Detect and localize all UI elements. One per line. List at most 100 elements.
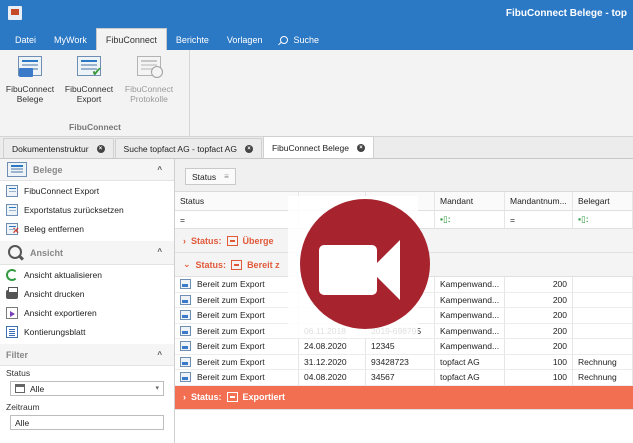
- action-exportstatus-zuruecksetzen[interactable]: Exportstatus zurücksetzen: [0, 200, 174, 219]
- menu-mywork[interactable]: MyWork: [45, 30, 96, 50]
- tab-fibuconnect-belege[interactable]: FibuConnect Belege ×: [262, 136, 374, 158]
- ribbon-btn-label-1: FibuConnect: [124, 84, 174, 94]
- sort-icon[interactable]: ≡: [224, 172, 229, 181]
- cell-text: 04.08.2020: [304, 372, 347, 383]
- cell-mandant: Kampenwand...: [435, 277, 505, 292]
- document-clock-icon: [135, 56, 163, 80]
- section-filter[interactable]: Filter ^: [0, 344, 174, 366]
- filter-cell-mandant[interactable]: ▪▯:: [435, 211, 505, 228]
- group-row-value: Überge: [242, 235, 274, 246]
- video-camera-lens-icon: [370, 240, 400, 300]
- section-title: Ansicht: [30, 247, 64, 258]
- group-row-exportiert[interactable]: › Status: Exportiert: [175, 385, 633, 410]
- close-icon[interactable]: ×: [244, 144, 253, 153]
- cell-mandant: topfact AG: [435, 354, 505, 369]
- table-row[interactable]: Bereit zum Export 31.12.2020 93428723 topfa…: [175, 354, 633, 370]
- cell-text: Rechnung: [578, 356, 617, 367]
- filter-cell-status[interactable]: =: [175, 211, 299, 228]
- cell-mandant: Kampenwand...: [435, 323, 505, 338]
- cell-text: Kampenwand...: [440, 341, 500, 352]
- chevron-up-icon[interactable]: ^: [157, 247, 162, 256]
- filter-status-label: Status: [6, 368, 31, 378]
- cell-text: Kampenwand...: [440, 310, 500, 321]
- cell-status: Bereit zum Export: [175, 354, 299, 369]
- cell-status: Bereit zum Export: [175, 323, 299, 338]
- document-icon: [226, 235, 238, 246]
- group-row-label: Status:: [191, 235, 222, 246]
- document-export-icon: [180, 372, 191, 383]
- close-icon[interactable]: ×: [96, 144, 105, 153]
- printer-icon: [6, 287, 18, 299]
- chevron-right-icon[interactable]: ›: [183, 236, 186, 246]
- ribbon-btn-label-1: FibuConnect: [5, 84, 55, 94]
- cell-text: 200: [552, 294, 567, 305]
- fibuconnect-protokolle-button[interactable]: FibuConnect Protokolle: [122, 56, 176, 104]
- col-header-status[interactable]: Status: [175, 192, 299, 210]
- menu-vorlagen[interactable]: Vorlagen: [218, 30, 272, 50]
- action-fibuconnect-export[interactable]: FibuConnect Export: [0, 181, 174, 200]
- action-ansicht-aktualisieren[interactable]: Ansicht aktualisieren: [0, 265, 174, 284]
- menu-fibuconnect[interactable]: FibuConnect: [95, 28, 167, 50]
- fibuconnect-export-button[interactable]: ✔ FibuConnect Export: [62, 56, 116, 104]
- menu-berichte[interactable]: Berichte: [167, 30, 218, 50]
- col-header-belegart[interactable]: Belegart: [573, 192, 633, 210]
- col-header-mandantnummer[interactable]: Mandantnum...: [505, 192, 573, 210]
- section-ansicht[interactable]: Ansicht ^: [0, 241, 174, 265]
- tab-dokumentenstruktur[interactable]: Dokumentenstruktur ×: [3, 138, 114, 158]
- zeitraum-select[interactable]: Alle: [10, 415, 164, 430]
- cell-text: Bereit zum Export: [197, 341, 265, 352]
- document-export-icon: [180, 341, 191, 352]
- cell-mnum: 200: [505, 277, 573, 292]
- menu-suche[interactable]: Suche: [271, 30, 328, 50]
- chevron-down-icon[interactable]: ⌄: [183, 259, 191, 270]
- cell-belegart: [573, 323, 633, 338]
- cell-text: 200: [552, 341, 567, 352]
- tab-label: Dokumentenstruktur: [12, 143, 89, 154]
- status-select[interactable]: Alle ▾: [10, 381, 164, 396]
- cell-text: 100: [552, 372, 567, 383]
- tab-suche-topfact[interactable]: Suche topfact AG - topfact AG ×: [114, 138, 262, 158]
- filter-cell-mandantnummer[interactable]: =: [505, 211, 573, 228]
- fibuconnect-belege-button[interactable]: FibuConnect Belege: [3, 56, 57, 104]
- chevron-up-icon[interactable]: ^: [157, 165, 162, 174]
- action-beleg-entfernen[interactable]: Beleg entfernen: [0, 219, 174, 238]
- cell-text: Rechnung: [578, 372, 617, 383]
- search-icon: [280, 36, 289, 44]
- cell-nr: 93428723: [366, 354, 435, 369]
- left-panel: Belege ^ FibuConnect Export Exportstatus…: [0, 159, 175, 443]
- close-icon[interactable]: ×: [356, 143, 365, 152]
- cell-nr: 34567: [366, 370, 435, 385]
- section-belege[interactable]: Belege ^: [0, 159, 174, 181]
- cell-text: Kampenwand...: [440, 279, 500, 290]
- export-arrow-icon: [6, 306, 18, 319]
- menu-datei[interactable]: Datei: [6, 30, 45, 50]
- chevron-up-icon[interactable]: ^: [157, 350, 162, 359]
- section-title: Belege: [33, 164, 63, 175]
- tab-label: Suche topfact AG - topfact AG: [123, 143, 237, 154]
- action-label: Kontierungsblatt: [24, 326, 86, 337]
- table-row[interactable]: Bereit zum Export 04.08.2020 34567 topfact …: [175, 370, 633, 386]
- cell-text: 200: [552, 279, 567, 290]
- table-row[interactable]: Bereit zum Export 24.08.2020 12345 Kampenwa…: [175, 339, 633, 355]
- action-ansicht-exportieren[interactable]: Ansicht exportieren: [0, 303, 174, 322]
- action-ansicht-drucken[interactable]: Ansicht drucken: [0, 284, 174, 303]
- app-icon[interactable]: [8, 6, 22, 20]
- cell-mnum: 200: [505, 308, 573, 323]
- cell-mandant: Kampenwand...: [435, 308, 505, 323]
- menu-suche-label: Suche: [293, 35, 319, 45]
- cell-status: Bereit zum Export: [175, 292, 299, 307]
- group-chip-status[interactable]: Status ≡: [185, 168, 236, 185]
- document-export-icon: [180, 310, 191, 321]
- cell-text: 93428723: [371, 356, 409, 367]
- cell-status: Bereit zum Export: [175, 370, 299, 385]
- group-row-label: Status:: [195, 259, 227, 270]
- chevron-right-icon[interactable]: ›: [183, 392, 186, 402]
- filter-cell-belegart[interactable]: ▪▯:: [573, 211, 633, 228]
- col-header-mandant[interactable]: Mandant: [435, 192, 505, 210]
- action-kontierungsblatt[interactable]: Kontierungsblatt: [0, 322, 174, 341]
- video-camera-icon: [319, 245, 377, 295]
- ribbon-group-fibuconnect: FibuConnect Belege ✔ FibuConnect Export …: [0, 50, 190, 136]
- sheet-icon: [6, 325, 18, 338]
- cell-belegart: [573, 339, 633, 354]
- zeitraum-select-value: Alle: [15, 417, 30, 428]
